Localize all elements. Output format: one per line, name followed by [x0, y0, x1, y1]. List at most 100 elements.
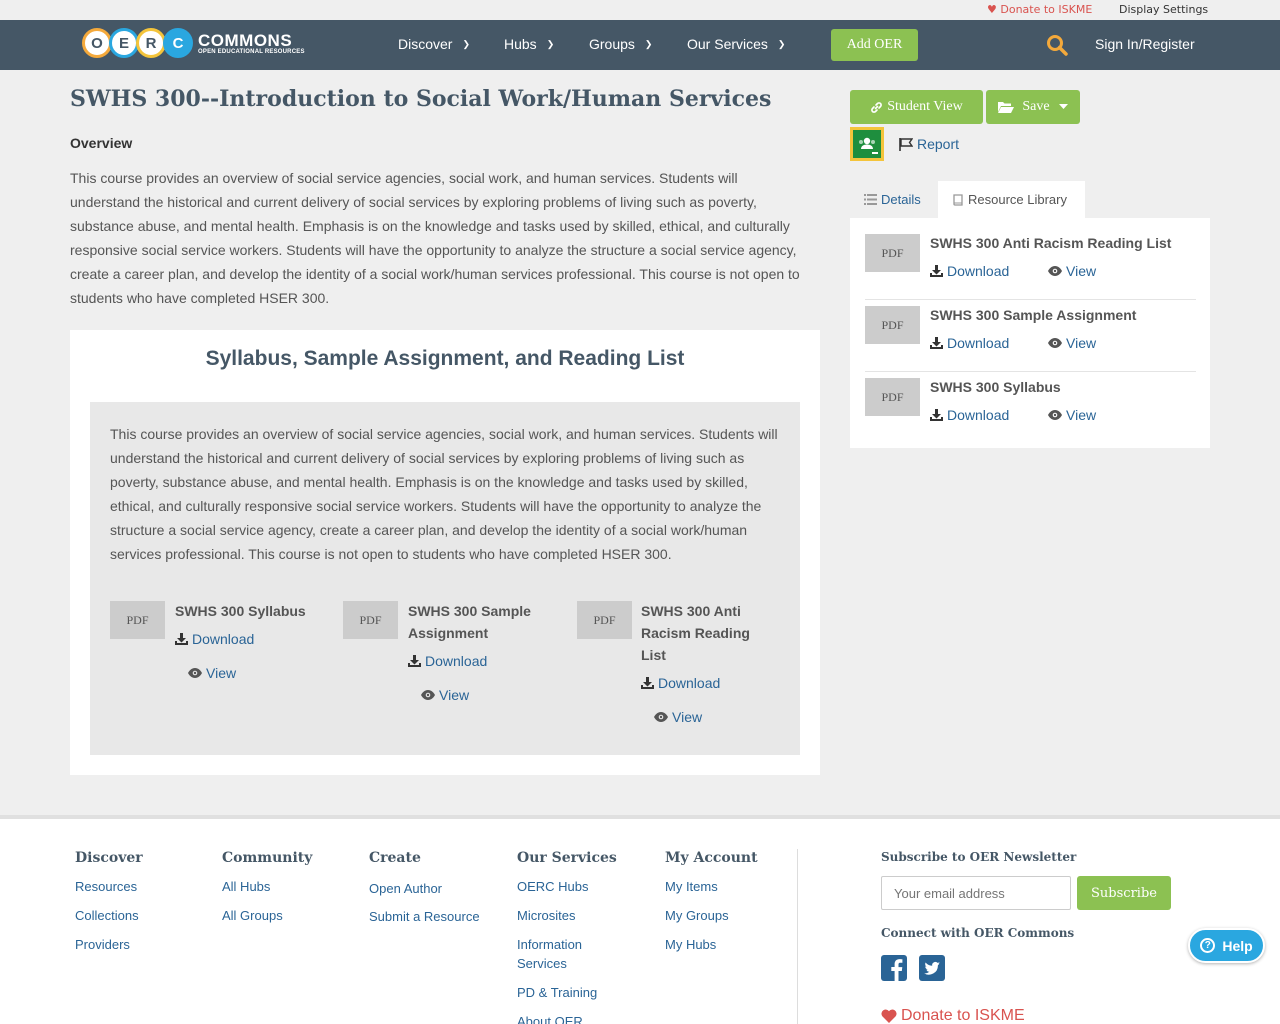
- eye-icon: [1048, 338, 1062, 348]
- report-label: Report: [917, 136, 960, 152]
- download-link[interactable]: Download: [641, 675, 720, 691]
- resource-title[interactable]: SWHS 300 Sample Assignment: [408, 600, 553, 644]
- view-link[interactable]: View: [1048, 263, 1096, 279]
- content-card: Syllabus, Sample Assignment, and Reading…: [70, 330, 820, 775]
- student-view-label: Student View: [887, 99, 963, 114]
- download-icon: [930, 337, 943, 349]
- footer-link-my-hubs[interactable]: My Hubs: [665, 935, 716, 954]
- chevron-down-icon: ❯: [644, 38, 653, 49]
- footer-link-information-services[interactable]: Information Services: [517, 935, 607, 973]
- footer-link-open-author[interactable]: Open Author: [369, 879, 442, 898]
- footer-heading-community: Community: [222, 850, 313, 866]
- logo-c-mark: C: [163, 28, 193, 58]
- footer-heading-discover: Discover: [75, 850, 143, 866]
- twitter-icon[interactable]: [919, 955, 945, 981]
- pdf-thumbnail[interactable]: PDF: [110, 601, 165, 639]
- sign-in-register-link[interactable]: Sign In/Register: [1095, 36, 1195, 52]
- footer-link-about-oer[interactable]: About OER: [517, 1012, 583, 1024]
- footer-link-my-groups[interactable]: My Groups: [665, 906, 729, 925]
- footer-link-submit-resource[interactable]: Submit a Resource: [369, 907, 480, 926]
- tab-resource-library-label: Resource Library: [968, 192, 1067, 207]
- facebook-icon[interactable]: [881, 955, 907, 981]
- tab-resource-library[interactable]: Resource Library: [938, 181, 1085, 218]
- chevron-down-icon: ❯: [462, 38, 471, 49]
- display-settings-link[interactable]: Display Settings: [1119, 3, 1208, 16]
- view-label: View: [439, 687, 470, 703]
- nav-discover[interactable]: Discover ❯: [398, 36, 470, 52]
- newsletter-heading: Subscribe to OER Newsletter: [881, 850, 1077, 864]
- download-link[interactable]: Download: [930, 335, 1009, 351]
- logo-tagline: OPEN EDUCATIONAL RESOURCES: [198, 48, 305, 55]
- view-link[interactable]: View: [1048, 407, 1096, 423]
- library-item-title[interactable]: SWHS 300 Anti Racism Reading List: [930, 232, 1200, 254]
- download-link[interactable]: Download: [408, 653, 487, 669]
- footer-link-all-hubs[interactable]: All Hubs: [222, 877, 270, 896]
- resource-title[interactable]: SWHS 300 Syllabus: [175, 600, 320, 622]
- footer-heading-our-services: Our Services: [517, 850, 617, 866]
- library-item-title[interactable]: SWHS 300 Syllabus: [930, 376, 1200, 398]
- report-link[interactable]: Report: [899, 136, 959, 152]
- footer-link-collections[interactable]: Collections: [75, 906, 139, 925]
- heart-icon: ♥: [987, 3, 997, 16]
- footer-heading-create: Create: [369, 850, 421, 866]
- view-link[interactable]: View: [654, 709, 702, 725]
- eye-icon: [188, 668, 202, 678]
- add-oer-button[interactable]: Add OER: [831, 29, 918, 61]
- resource-title[interactable]: SWHS 300 Anti Racism Reading List: [641, 600, 771, 666]
- footer-link-pd-training[interactable]: PD & Training: [517, 983, 597, 1002]
- card-title: Syllabus, Sample Assignment, and Reading…: [205, 347, 685, 370]
- view-link[interactable]: View: [421, 687, 469, 703]
- overview-text: This course provides an overview of soci…: [70, 170, 800, 306]
- pdf-thumbnail[interactable]: PDF: [865, 234, 920, 272]
- footer-link-my-items[interactable]: My Items: [665, 877, 718, 896]
- top-utility-bar: ♥ Donate to ISKME Display Settings: [0, 0, 1280, 20]
- save-label: Save: [1022, 99, 1050, 114]
- link-icon: [871, 101, 883, 113]
- view-label: View: [206, 665, 237, 681]
- student-view-button[interactable]: Student View: [850, 90, 983, 124]
- logo-letter-e: E: [109, 28, 139, 58]
- eye-icon: [1048, 410, 1062, 420]
- newsletter-email-input[interactable]: [881, 876, 1071, 910]
- tab-details[interactable]: Details: [850, 181, 938, 218]
- help-button[interactable]: ? Help: [1188, 928, 1265, 963]
- pdf-thumbnail[interactable]: PDF: [577, 601, 632, 639]
- nav-our-services[interactable]: Our Services ❯: [687, 36, 785, 52]
- download-label: Download: [947, 335, 1010, 351]
- resource-library-panel: PDF SWHS 300 Anti Racism Reading List Do…: [850, 218, 1210, 448]
- subscribe-button[interactable]: Subscribe: [1077, 876, 1171, 910]
- donate-label: Donate to ISKME: [1000, 3, 1093, 16]
- footer-link-all-groups[interactable]: All Groups: [222, 906, 283, 925]
- oer-commons-logo[interactable]: O E R C COMMONS OPEN EDUCATIONAL RESOURC…: [82, 25, 305, 61]
- pdf-thumbnail[interactable]: PDF: [865, 306, 920, 344]
- question-icon: ?: [1200, 938, 1216, 953]
- footer-donate-link[interactable]: Donate to ISKME: [881, 1007, 1025, 1024]
- download-link[interactable]: Download: [930, 407, 1009, 423]
- footer-link-providers[interactable]: Providers: [75, 935, 130, 954]
- pdf-thumbnail[interactable]: PDF: [865, 378, 920, 416]
- footer-link-oerc-hubs[interactable]: OERC Hubs: [517, 877, 589, 896]
- footer-link-resources[interactable]: Resources: [75, 877, 137, 896]
- chevron-down-icon: ❯: [777, 38, 786, 49]
- view-link[interactable]: View: [1048, 335, 1096, 351]
- download-link[interactable]: Download: [930, 263, 1009, 279]
- library-item-title[interactable]: SWHS 300 Sample Assignment: [930, 304, 1200, 326]
- tab-details-label: Details: [881, 192, 921, 207]
- chevron-down-icon: ❯: [546, 38, 555, 49]
- download-link[interactable]: Download: [175, 631, 254, 647]
- nav-hubs[interactable]: Hubs ❯: [504, 36, 554, 52]
- donate-link[interactable]: ♥ Donate to ISKME: [987, 3, 1092, 16]
- footer-link-microsites[interactable]: Microsites: [517, 906, 576, 925]
- search-icon[interactable]: [1046, 34, 1068, 60]
- pdf-thumbnail[interactable]: PDF: [343, 601, 398, 639]
- view-label: View: [1066, 407, 1097, 423]
- view-link[interactable]: View: [188, 665, 236, 681]
- google-classroom-share-button[interactable]: [850, 127, 884, 161]
- download-icon: [641, 677, 654, 689]
- eye-icon: [421, 690, 435, 700]
- connect-heading: Connect with OER Commons: [881, 926, 1075, 940]
- nav-groups[interactable]: Groups ❯: [589, 36, 652, 52]
- save-button[interactable]: Save: [986, 90, 1080, 124]
- download-label: Download: [947, 407, 1010, 423]
- divider: [865, 299, 1196, 300]
